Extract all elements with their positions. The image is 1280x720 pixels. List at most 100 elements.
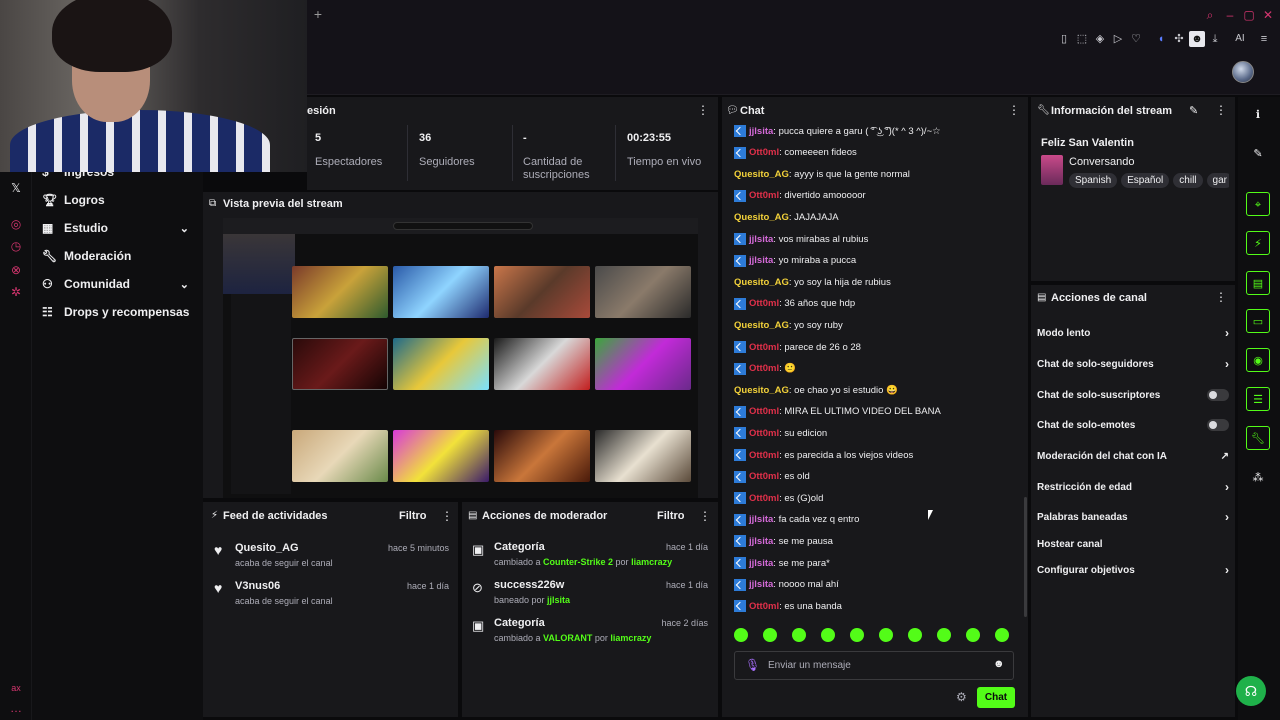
share-icon[interactable]: ⁂ [1246, 466, 1270, 490]
action-banned-words[interactable]: Palabras baneadas › [1037, 508, 1229, 526]
chat-username[interactable]: Quesito_AG [734, 277, 789, 288]
action-age-restriction[interactable]: Restricción de edad › [1037, 478, 1229, 496]
broadcast-icon[interactable]: ◉ [1246, 348, 1270, 372]
search-icon[interactable]: ⌕ [1203, 8, 1217, 22]
chat-username[interactable]: jjlsita [749, 234, 773, 245]
bookmark-icon[interactable]: ▯ [1056, 31, 1072, 47]
emoji-icon[interactable]: ☻ [993, 658, 1005, 670]
menu-icon[interactable]: ≡ [1256, 31, 1272, 47]
sidebar-item-moderacion[interactable]: 🔧︎ Moderación [32, 243, 203, 269]
emote-icon[interactable] [995, 628, 1009, 642]
new-tab-icon[interactable]: + [310, 6, 326, 22]
audio-icon[interactable]: ◖ [1153, 31, 1169, 47]
emote-icon[interactable] [763, 628, 777, 642]
chat-username[interactable]: Ott0ml [749, 450, 779, 461]
chat-username[interactable]: Ott0ml [749, 601, 779, 612]
heart-icon[interactable]: ♡ [1128, 31, 1144, 47]
lightning-icon[interactable]: ⚡︎ [1246, 231, 1270, 255]
pencil-icon[interactable]: ✎ [1189, 104, 1198, 117]
chat-username[interactable]: Ott0ml [749, 147, 779, 158]
emote-icon[interactable] [966, 628, 980, 642]
chat-input[interactable]: 🎙︎ Enviar un mensaje ☻ [734, 651, 1014, 680]
toggle-switch[interactable] [1207, 389, 1229, 401]
tag[interactable]: gar [1206, 173, 1229, 188]
profile-ext-icon[interactable]: ☻ [1189, 31, 1205, 47]
kebab-icon[interactable]: ⋮ [699, 509, 711, 523]
action-ai-moderation[interactable]: Moderación del chat con IA ↗ [1037, 447, 1229, 465]
action-followers-only[interactable]: Chat de solo-seguidores › [1037, 355, 1229, 373]
list-icon[interactable]: ☰ [1246, 387, 1270, 411]
close-icon[interactable]: ✕ [1261, 8, 1275, 22]
circle-icon[interactable]: ◎ [8, 216, 24, 232]
kebab-icon[interactable]: ⋮ [441, 509, 453, 523]
kebab-icon[interactable]: ⋮ [697, 103, 709, 117]
action-configure-goals[interactable]: Configurar objetivos › [1037, 561, 1229, 579]
chat-username[interactable]: jjlsita [749, 255, 773, 266]
mic-icon[interactable]: 🎙︎ [745, 658, 760, 672]
play-icon[interactable]: ▷ [1110, 31, 1126, 47]
tag[interactable]: Spanish [1069, 173, 1118, 188]
feed-filter-button[interactable]: Filtro [399, 510, 427, 522]
stream-preview-video[interactable] [223, 218, 698, 498]
avatar[interactable] [1232, 61, 1254, 83]
emote-icon[interactable] [821, 628, 835, 642]
extensions-icon[interactable]: ✣ [1171, 31, 1187, 47]
mod-filter-button[interactable]: Filtro [657, 510, 685, 522]
minimize-icon[interactable]: – [1223, 8, 1237, 22]
chat-username[interactable]: jjlsita [749, 126, 773, 137]
sidebar-item-comunidad[interactable]: ⚇ Comunidad ⌄ [32, 271, 203, 297]
chat-icon[interactable]: ▭ [1246, 309, 1270, 333]
action-emotes-only[interactable]: Chat de solo-emotes [1037, 416, 1229, 434]
chat-username[interactable]: jjlsita [749, 536, 773, 547]
screenshot-icon[interactable]: ⬚ [1074, 31, 1090, 47]
kebab-icon[interactable]: ⋮ [1008, 103, 1020, 117]
pencil-icon[interactable]: ✎ [1246, 142, 1270, 166]
chat-username[interactable]: Quesito_AG [734, 320, 789, 331]
focus-icon[interactable]: ⌖ [1246, 192, 1270, 216]
chat-username[interactable]: Ott0ml [749, 190, 779, 201]
tag[interactable]: Español [1121, 173, 1170, 188]
emote-icon[interactable] [879, 628, 893, 642]
tag[interactable]: chill [1173, 173, 1203, 188]
toggle-switch[interactable] [1207, 419, 1229, 431]
chat-send-button[interactable]: Chat [977, 687, 1015, 708]
sidebar-item-drops[interactable]: ☷ Drops y recompensas [32, 299, 203, 325]
emote-icon[interactable] [908, 628, 922, 642]
chat-username[interactable]: jjlsita [749, 558, 773, 569]
more-icon[interactable]: … [8, 700, 24, 716]
sidebar-item-logros[interactable]: 🏆︎ Logros [32, 187, 203, 213]
chat-username[interactable]: Quesito_AG [734, 169, 789, 180]
settings-icon[interactable]: ✲ [8, 284, 24, 300]
chat-settings-icon[interactable]: ⚙ [956, 690, 967, 704]
action-host-channel[interactable]: Hostear canal [1037, 535, 1229, 553]
chat-username[interactable]: Quesito_AG [734, 212, 789, 223]
emote-icon[interactable] [792, 628, 806, 642]
chat-username[interactable]: Ott0ml [749, 342, 779, 353]
chat-username[interactable]: jjlsita [749, 514, 773, 525]
sidebar-item-estudio[interactable]: ▦ Estudio ⌄ [32, 215, 203, 241]
download-icon[interactable]: ⤓ [1207, 31, 1223, 47]
info-icon[interactable]: ℹ [1246, 103, 1270, 127]
support-button[interactable]: ☊ [1236, 676, 1266, 706]
chat-username[interactable]: Ott0ml [749, 493, 779, 504]
chat-username[interactable]: Ott0ml [749, 428, 779, 439]
document-icon[interactable]: ▤ [1246, 271, 1270, 295]
link-icon[interactable]: ⊗ [8, 262, 24, 278]
chat-scrollbar[interactable] [1024, 497, 1027, 617]
chat-username[interactable]: Ott0ml [749, 298, 779, 309]
emote-icon[interactable] [850, 628, 864, 642]
ai-button[interactable]: AI [1228, 31, 1252, 47]
chat-username[interactable]: Ott0ml [749, 471, 779, 482]
kebab-icon[interactable]: ⋮ [1215, 103, 1227, 117]
chat-username[interactable]: Ott0ml [749, 363, 779, 374]
shield-icon[interactable]: ◈ [1092, 31, 1108, 47]
chat-username[interactable]: Quesito_AG [734, 385, 789, 396]
chat-username[interactable]: jjlsita [749, 579, 773, 590]
maximize-icon[interactable]: ▢ [1242, 8, 1256, 22]
kebab-icon[interactable]: ⋮ [1215, 290, 1227, 304]
clock-icon[interactable]: ◷ [8, 238, 24, 254]
wrench-icon[interactable]: 🔧︎ [1246, 426, 1270, 450]
chat-username[interactable]: Ott0ml [749, 406, 779, 417]
x-icon[interactable]: 𝕏 [8, 180, 24, 196]
emote-icon[interactable] [937, 628, 951, 642]
